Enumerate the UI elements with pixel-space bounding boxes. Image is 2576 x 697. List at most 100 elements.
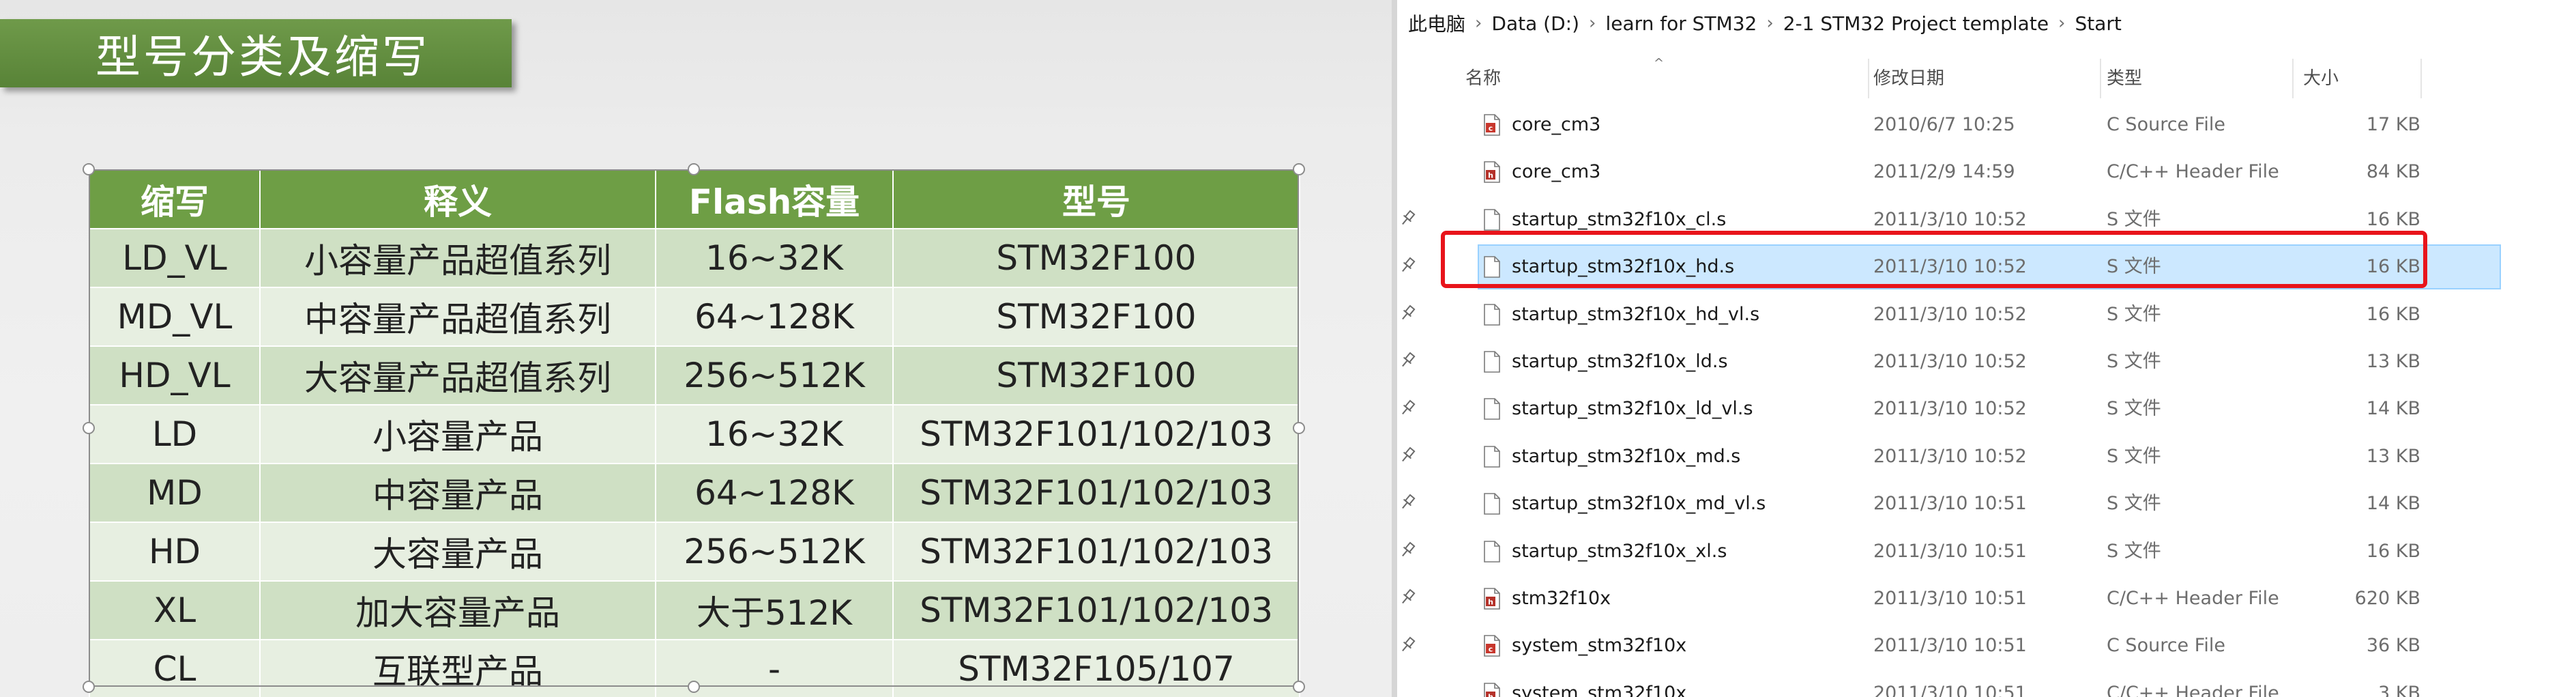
file-row[interactable]: startup_stm32f10x_hd_vl.s 2011/3/10 10:52…	[1478, 292, 2501, 337]
cell-model[interactable]: STM32F101/102/103	[892, 580, 1300, 640]
pin-icon[interactable]	[1397, 635, 1418, 655]
pin-icon[interactable]	[1397, 208, 1418, 229]
cell-flash-capacity[interactable]: 64~128K	[655, 463, 894, 523]
column-header-type[interactable]: 类型	[2107, 55, 2142, 102]
file-row[interactable]: h system_stm32f10x 2011/3/10 10:51 C/C++ He…	[1478, 671, 2501, 697]
cell-meaning[interactable]: 大容量产品超值系列	[259, 345, 656, 406]
file-size: 16 KB	[2366, 540, 2420, 562]
table-header-row: 缩写 释义 Flash容量 型号	[89, 169, 1300, 229]
column-divider[interactable]	[2100, 59, 2101, 98]
svg-text:c: c	[1489, 124, 1493, 133]
resize-handle-top-middle[interactable]	[688, 163, 700, 175]
breadcrumb-item-project-folder[interactable]: 2-1 STM32 Project template	[1783, 12, 2049, 35]
file-row[interactable]: h core_cm3 2011/2/9 14:59 C/C++ Header File…	[1478, 150, 2501, 195]
breadcrumb-item-learn-folder[interactable]: learn for STM32	[1605, 12, 1757, 35]
cell-meaning[interactable]: 小容量产品超值系列	[259, 228, 656, 288]
cell-flash-capacity[interactable]: 16~32K	[655, 228, 894, 288]
resize-handle-bottom-left[interactable]	[83, 681, 95, 693]
file-modified-date: 2011/3/10 10:51	[1873, 540, 2027, 562]
cell-abbreviation[interactable]: LD_VL	[89, 228, 261, 288]
slide-title-banner: 型号分类及缩写	[0, 19, 512, 87]
pin-icon[interactable]	[1397, 492, 1418, 513]
cell-meaning[interactable]: 中容量产品	[259, 463, 656, 523]
window-divider	[1392, 0, 1397, 697]
cell-meaning[interactable]: 互联型产品	[259, 639, 656, 697]
file-row[interactable]: startup_stm32f10x_ld.s 2011/3/10 10:52 S 文…	[1478, 339, 2501, 384]
chevron-right-icon[interactable]: ›	[2058, 13, 2065, 33]
pin-icon[interactable]	[1397, 445, 1418, 466]
file-type: S 文件	[2107, 540, 2161, 562]
cell-flash-capacity[interactable]: 256~512K	[655, 522, 894, 582]
resize-handle-bottom-right[interactable]	[1293, 681, 1305, 693]
file-row[interactable]: h stm32f10x 2011/3/10 10:51 C/C++ Header Fi…	[1478, 576, 2501, 621]
cell-meaning[interactable]: 加大容量产品	[259, 580, 656, 640]
pin-icon[interactable]	[1397, 398, 1418, 418]
cell-model[interactable]: STM32F101/102/103	[892, 404, 1300, 464]
file-row[interactable]: c system_stm32f10x 2011/3/10 10:51 C Source…	[1478, 623, 2501, 668]
file-name: system_stm32f10x	[1512, 635, 1687, 657]
file-name: core_cm3	[1512, 161, 1601, 183]
breadcrumb-item-drive[interactable]: Data (D:)	[1491, 12, 1579, 35]
file-row[interactable]: startup_stm32f10x_ld_vl.s 2011/3/10 10:52…	[1478, 386, 2501, 431]
file-name: startup_stm32f10x_ld.s	[1512, 351, 1728, 372]
column-divider[interactable]	[2420, 59, 2422, 98]
cell-abbreviation[interactable]: HD_VL	[89, 345, 261, 406]
file-row[interactable]: startup_stm32f10x_xl.s 2011/3/10 10:51 S 文…	[1478, 529, 2501, 574]
file-name: startup_stm32f10x_ld_vl.s	[1512, 398, 1753, 420]
file-row[interactable]: c core_cm3 2010/6/7 10:25 C Source File 17 K…	[1478, 102, 2501, 147]
cell-model[interactable]: STM32F100	[892, 287, 1300, 347]
breadcrumb-item-start[interactable]: Start	[2075, 12, 2121, 35]
cell-model[interactable]: STM32F105/107	[892, 639, 1300, 697]
cell-model[interactable]: STM32F100	[892, 345, 1300, 406]
pin-icon[interactable]	[1397, 303, 1418, 324]
cell-meaning[interactable]: 大容量产品	[259, 522, 656, 582]
column-header-name[interactable]: 名称	[1465, 55, 1501, 102]
pin-icon[interactable]	[1397, 350, 1418, 371]
cell-flash-capacity[interactable]: 64~128K	[655, 287, 894, 347]
column-divider[interactable]	[1868, 59, 1869, 98]
resize-handle-middle-right[interactable]	[1293, 422, 1305, 434]
model-classification-table[interactable]: 缩写 释义 Flash容量 型号 LD_VL 小容量产品超值系列 16~32K STM…	[89, 169, 1300, 697]
cell-flash-capacity[interactable]: 256~512K	[655, 345, 894, 406]
column-header-size[interactable]: 大小	[2303, 55, 2339, 102]
chevron-right-icon[interactable]: ›	[1475, 13, 1482, 33]
resize-handle-top-right[interactable]	[1293, 163, 1305, 175]
resize-handle-bottom-middle[interactable]	[688, 681, 700, 693]
file-size: 3 KB	[2378, 682, 2420, 697]
pin-icon[interactable]	[1397, 255, 1418, 276]
table-row: MD_VL 中容量产品超值系列 64~128K STM32F100	[89, 287, 1300, 347]
pin-icon[interactable]	[1397, 540, 1418, 560]
cell-abbreviation[interactable]: XL	[89, 580, 261, 640]
file-type: S 文件	[2107, 445, 2161, 467]
cell-abbreviation[interactable]: CL	[89, 639, 261, 697]
cell-flash-capacity[interactable]: 16~32K	[655, 404, 894, 464]
blank-file-icon	[1483, 398, 1501, 421]
cell-model[interactable]: STM32F100	[892, 228, 1300, 288]
file-size: 14 KB	[2366, 493, 2420, 515]
slide-title: 型号分类及缩写	[96, 31, 430, 83]
file-row[interactable]: startup_stm32f10x_md_vl.s 2011/3/10 10:51…	[1478, 481, 2501, 526]
cell-meaning[interactable]: 小容量产品	[259, 404, 656, 464]
cell-abbreviation[interactable]: MD	[89, 463, 261, 523]
cell-flash-capacity[interactable]: 大于512K	[655, 580, 894, 640]
resize-handle-top-left[interactable]	[83, 163, 95, 175]
blank-file-icon	[1483, 445, 1501, 468]
file-row[interactable]: startup_stm32f10x_md.s 2011/3/10 10:52 S 文…	[1478, 434, 2501, 479]
pin-icon[interactable]	[1397, 587, 1418, 608]
blank-file-icon	[1483, 493, 1501, 515]
chevron-right-icon[interactable]: ›	[1589, 13, 1596, 33]
cell-abbreviation[interactable]: HD	[89, 522, 261, 582]
cell-meaning[interactable]: 中容量产品超值系列	[259, 287, 656, 347]
cell-abbreviation[interactable]: MD_VL	[89, 287, 261, 347]
file-type: C Source File	[2107, 635, 2225, 657]
cell-abbreviation[interactable]: LD	[89, 404, 261, 464]
cell-model[interactable]: STM32F101/102/103	[892, 463, 1300, 523]
chevron-right-icon[interactable]: ›	[1766, 13, 1773, 33]
data-table: 缩写 释义 Flash容量 型号 LD_VL 小容量产品超值系列 16~32K STM…	[89, 169, 1300, 697]
breadcrumb-item-this-pc[interactable]: 此电脑	[1408, 10, 1465, 37]
file-modified-date: 2011/3/10 10:51	[1873, 635, 2027, 657]
resize-handle-middle-left[interactable]	[83, 422, 95, 434]
column-header-modified[interactable]: 修改日期	[1873, 55, 1944, 102]
column-divider[interactable]	[2292, 59, 2294, 98]
cell-model[interactable]: STM32F101/102/103	[892, 522, 1300, 582]
